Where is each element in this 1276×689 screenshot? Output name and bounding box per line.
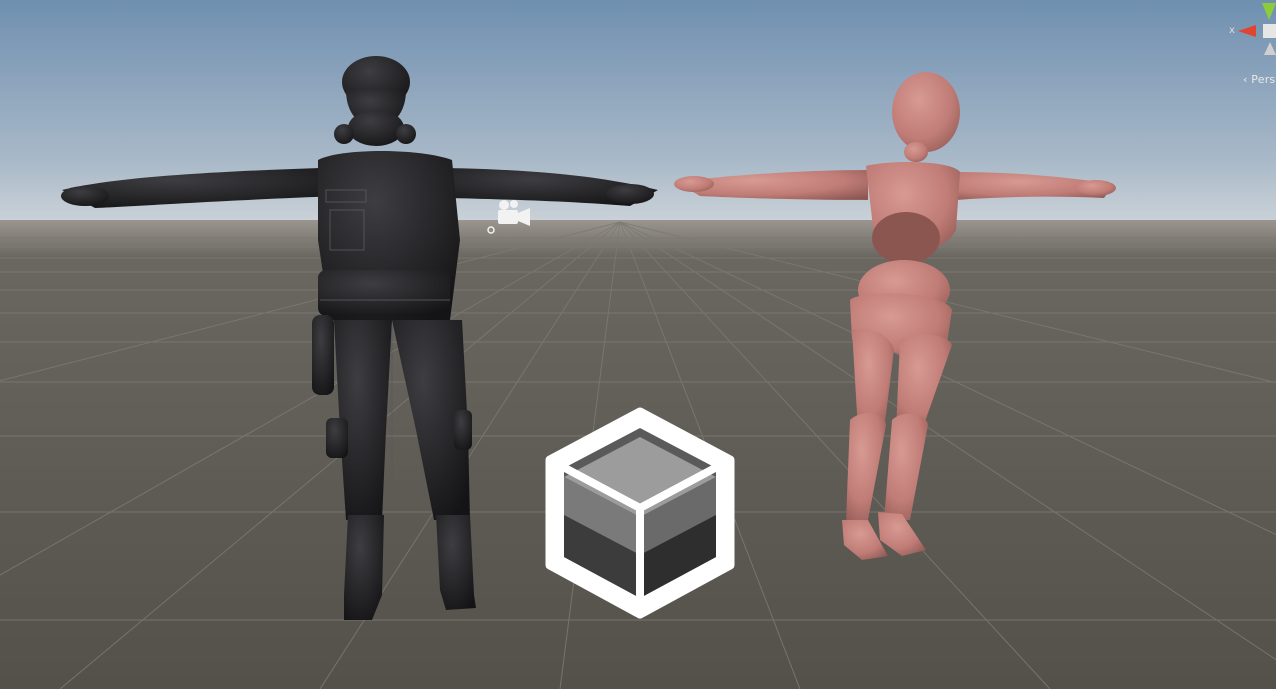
scene-viewport[interactable] [0, 0, 1276, 689]
cube-icon[interactable] [545, 407, 735, 619]
projection-toggle[interactable]: ‹ Pers [1243, 73, 1275, 86]
axis-x-label: x [1229, 25, 1235, 36]
gizmo-center-cube [1263, 24, 1276, 38]
